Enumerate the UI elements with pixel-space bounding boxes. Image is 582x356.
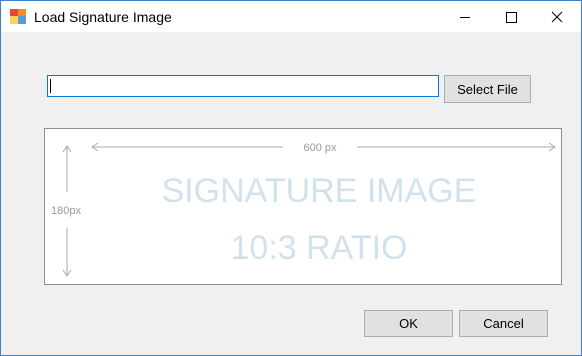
minimize-button[interactable] bbox=[442, 1, 488, 32]
title-bar[interactable]: Load Signature Image bbox=[1, 1, 581, 32]
text-caret bbox=[50, 79, 51, 93]
app-icon bbox=[10, 9, 26, 24]
close-icon bbox=[551, 11, 563, 22]
width-label: 600 px bbox=[303, 142, 337, 154]
close-button[interactable] bbox=[534, 1, 580, 32]
file-path-input[interactable] bbox=[47, 75, 439, 97]
signature-preview: 600 px 180px SIGNATURE IMAGE 10:3 RATIO bbox=[44, 128, 562, 285]
height-label: 180px bbox=[51, 205, 81, 217]
watermark-line-1: SIGNATURE IMAGE bbox=[162, 172, 477, 210]
cancel-button[interactable]: Cancel bbox=[459, 310, 548, 337]
window-title: Load Signature Image bbox=[34, 9, 172, 25]
watermark-line-2: 10:3 RATIO bbox=[231, 229, 408, 267]
maximize-icon bbox=[506, 11, 517, 23]
select-file-button[interactable]: Select File bbox=[444, 75, 531, 103]
preview-graphic: 600 px 180px SIGNATURE IMAGE 10:3 RATIO bbox=[51, 142, 556, 277]
load-signature-dialog: Load Signature Image Select File 600 px … bbox=[0, 0, 582, 356]
maximize-button[interactable] bbox=[488, 1, 534, 32]
minimize-icon bbox=[460, 16, 470, 18]
ok-button[interactable]: OK bbox=[364, 310, 453, 337]
